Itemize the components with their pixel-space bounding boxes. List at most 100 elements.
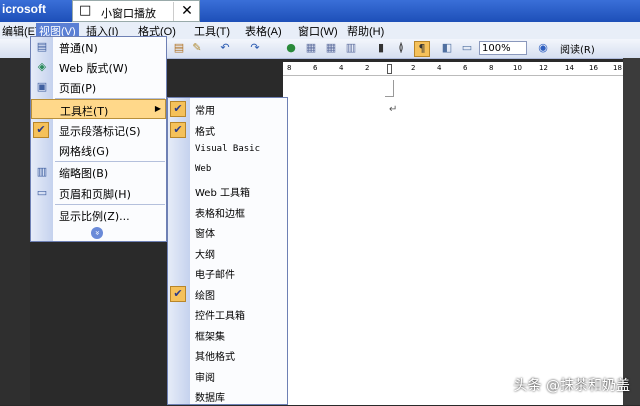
- toolbar-web-tools-item[interactable]: Web 工具箱: [168, 181, 287, 201]
- toolbar-database-item[interactable]: 数据库: [168, 386, 287, 406]
- toolbar-format-item[interactable]: ✔ 格式: [168, 120, 287, 140]
- view-zoom-label: 显示比例(Z)...: [59, 210, 130, 223]
- document-page[interactable]: ↵: [283, 76, 623, 405]
- toolbar-vb-label: Visual Basic: [195, 144, 261, 154]
- toolbar-outline-label: 大纲: [195, 250, 215, 261]
- close-icon[interactable]: ✕: [173, 2, 200, 21]
- check-icon: ✔: [170, 101, 186, 117]
- horizontal-ruler: 8 6 4 2 2 4 6 8 10 12 14 16 18: [283, 62, 623, 76]
- view-page-label: 页面(P): [59, 82, 97, 95]
- undo-icon[interactable]: ↶: [218, 41, 232, 55]
- paste-icon[interactable]: ▤: [172, 41, 186, 55]
- ruler-number: 4: [437, 64, 442, 72]
- view-normal-item[interactable]: ▤ 普通(N): [31, 37, 166, 57]
- app-title: icrosoft: [2, 2, 47, 16]
- ruler-number: 14: [565, 64, 574, 72]
- view-web-item[interactable]: ◈ Web 版式(W): [31, 57, 166, 77]
- menu-help[interactable]: 帮助(H): [347, 23, 384, 39]
- toolbar-standard-item[interactable]: ✔ 常用: [168, 99, 287, 119]
- toolbar-forms-label: 窗体: [195, 229, 215, 240]
- toolbar-drawing-label: 绘图: [195, 291, 215, 302]
- hyperlink-icon[interactable]: ●: [284, 41, 298, 55]
- mini-window-icon[interactable]: □: [79, 3, 91, 18]
- toolbar-database-label: 数据库: [195, 393, 225, 404]
- menu-tools[interactable]: 工具(T): [194, 23, 230, 39]
- ruler-number: 8: [489, 64, 494, 72]
- ruler-number: 6: [313, 64, 318, 72]
- view-header-footer-item[interactable]: ▭ 页眉和页脚(H): [31, 183, 166, 203]
- toolbar-standard-label: 常用: [195, 106, 215, 117]
- indent-marker[interactable]: [387, 64, 392, 74]
- submenu-arrow-icon: ▶: [154, 104, 161, 113]
- redo-icon[interactable]: ↷: [248, 41, 262, 55]
- ruler-number: 18: [613, 64, 622, 72]
- check-icon: ✔: [170, 286, 186, 302]
- toolbar-frames-label: 框架集: [195, 332, 225, 343]
- toolbar-other-format-label: 其他格式: [195, 352, 235, 363]
- help-icon[interactable]: ◉: [536, 41, 550, 55]
- excel-icon[interactable]: ▥: [344, 41, 358, 55]
- toolbar-web-item[interactable]: Web: [168, 161, 287, 181]
- page-layout-icon: ▣: [36, 80, 48, 93]
- view-web-label: Web 版式(W): [59, 62, 128, 75]
- read-button[interactable]: 阅读(R): [560, 41, 595, 56]
- view-normal-label: 普通(N): [59, 42, 98, 55]
- web-layout-icon: ◈: [37, 60, 47, 73]
- header-footer-icon: ▭: [36, 186, 48, 199]
- tables-icon[interactable]: ▦: [304, 41, 318, 55]
- ruler-number: 2: [411, 64, 416, 72]
- view-header-footer-label: 页眉和页脚(H): [59, 188, 131, 201]
- ruler-number: 8: [287, 64, 292, 72]
- paragraph-mark: ↵: [389, 104, 398, 115]
- right-panel: [623, 58, 640, 405]
- menu-table[interactable]: 表格(A): [245, 23, 282, 39]
- view-toolbars-item[interactable]: 工具栏(T) ▶: [31, 99, 166, 119]
- ruler-number: 6: [463, 64, 468, 72]
- view-zoom-item[interactable]: 显示比例(Z)...: [31, 205, 166, 225]
- show-hide-icon[interactable]: ¶: [414, 41, 430, 57]
- toolbar-review-item[interactable]: 审阅: [168, 366, 287, 386]
- check-icon: ✔: [170, 122, 186, 138]
- toolbar-email-label: 电子邮件: [195, 270, 235, 281]
- view-toolbars-label: 工具栏(T): [60, 105, 109, 118]
- check-icon: ✔: [33, 122, 49, 138]
- doc-map-icon[interactable]: ◧: [440, 41, 454, 55]
- watermark: 头条 @抹茶和奶盖: [513, 378, 630, 394]
- thumbnails-icon: ▥: [36, 165, 48, 178]
- toolbars-submenu: ✔ 常用 ✔ 格式 Visual Basic Web Web 工具箱 表格和边框…: [167, 97, 288, 405]
- columns-icon[interactable]: ▮: [374, 41, 388, 55]
- toolbar-drawing-item[interactable]: ✔ 绘图: [168, 284, 287, 304]
- view-thumbnails-label: 缩略图(B): [59, 167, 109, 180]
- toolbar-controls-item[interactable]: 控件工具箱: [168, 304, 287, 324]
- view-gridlines-label: 网格线(G): [59, 145, 110, 158]
- view-menu: ▤ 普通(N) ◈ Web 版式(W) ▣ 页面(P) 工具栏(T) ▶ ✔ 显…: [30, 36, 167, 242]
- toolbar-tables-item[interactable]: 表格和边框: [168, 202, 287, 222]
- toolbar-format-label: 格式: [195, 127, 215, 138]
- toolbar-vb-item[interactable]: Visual Basic: [168, 141, 287, 161]
- zoom-select[interactable]: 100%: [479, 41, 527, 55]
- drawing-icon[interactable]: ≬: [394, 41, 408, 55]
- view-page-item[interactable]: ▣ 页面(P): [31, 77, 166, 97]
- toolbar-web-label: Web: [195, 164, 212, 174]
- format-painter-icon[interactable]: ✎: [190, 41, 204, 55]
- mini-window-bar: □ 小窗口播放 ✕: [72, 0, 200, 22]
- toolbar-controls-label: 控件工具箱: [195, 311, 245, 322]
- toolbar-other-format-item[interactable]: 其他格式: [168, 345, 287, 365]
- toolbar-web-tools-label: Web 工具箱: [195, 188, 250, 199]
- toolbar-frames-item[interactable]: 框架集: [168, 325, 287, 345]
- toolbar-tables-label: 表格和边框: [195, 209, 245, 220]
- mini-window-button[interactable]: 小窗口播放: [101, 5, 156, 21]
- left-panel: [0, 58, 30, 405]
- expand-menu-icon[interactable]: »: [91, 227, 103, 239]
- view-gridlines-item[interactable]: 网格线(G): [31, 140, 166, 160]
- view-paragraph-marks-item[interactable]: ✔ 显示段落标记(S): [31, 120, 166, 140]
- ruler-number: 2: [365, 64, 370, 72]
- toolbar-review-label: 审阅: [195, 373, 215, 384]
- view-thumbnails-item[interactable]: ▥ 缩略图(B): [31, 162, 166, 182]
- reading-icon[interactable]: ▭: [460, 41, 474, 55]
- toolbar-forms-item[interactable]: 窗体: [168, 222, 287, 242]
- toolbar-outline-item[interactable]: 大纲: [168, 243, 287, 263]
- menu-window[interactable]: 窗口(W): [298, 23, 338, 39]
- toolbar-email-item[interactable]: 电子邮件: [168, 263, 287, 283]
- insert-table-icon[interactable]: ▦: [324, 41, 338, 55]
